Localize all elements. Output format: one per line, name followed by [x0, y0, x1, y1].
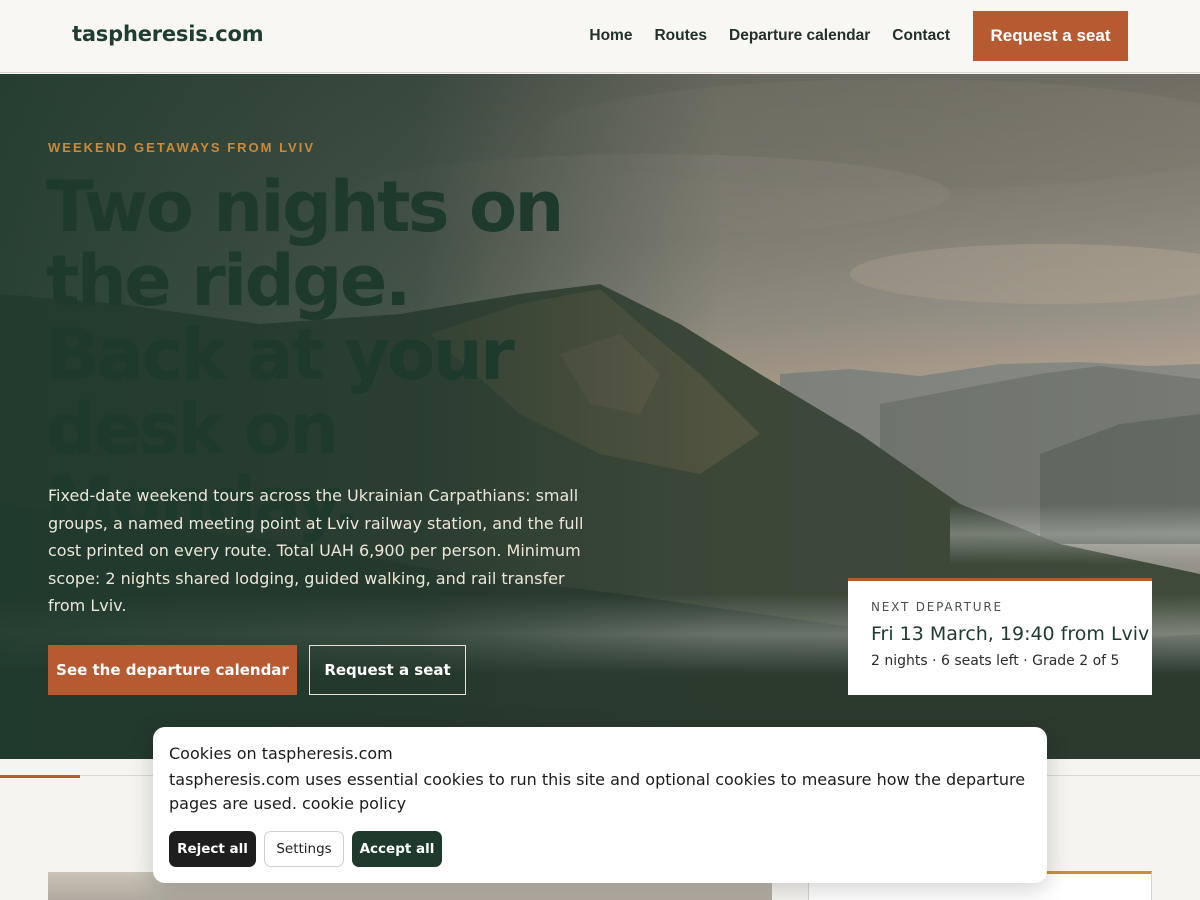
site-header: taspheresis.com Home Routes Departure ca… [0, 0, 1200, 73]
cookie-text: taspheresis.com uses essential cookies t… [169, 770, 1026, 813]
hero-request-seat-button[interactable]: Request a seat [309, 645, 466, 695]
cookie-title: Cookies on taspheresis.com [169, 744, 393, 763]
next-departure-card[interactable]: NEXT DEPARTURE Fri 13 March, 19:40 from … [848, 578, 1152, 695]
main-nav: Home Routes Departure calendar Contact [589, 27, 950, 45]
accept-all-button[interactable]: Accept all [352, 831, 442, 867]
cookie-settings-button[interactable]: Settings [264, 831, 344, 867]
cookie-actions: Reject all Settings Accept all [169, 831, 442, 867]
cookie-description: taspheresis.com uses essential cookies t… [169, 768, 1029, 816]
reject-all-button[interactable]: Reject all [169, 831, 256, 867]
cookie-policy-link[interactable]: cookie policy [302, 794, 406, 813]
next-departure-date: Fri 13 March, 19:40 from Lviv [871, 623, 1150, 645]
hero-section: WEEKEND GETAWAYS FROM LVIV Two nights on… [0, 74, 1200, 759]
hero-description: Fixed-date weekend tours across the Ukra… [48, 486, 584, 615]
next-departure-label: NEXT DEPARTURE [871, 600, 1003, 614]
see-departure-calendar-button[interactable]: See the departure calendar [48, 645, 297, 695]
nav-departure-calendar[interactable]: Departure calendar [729, 27, 870, 45]
section-accent-bar [0, 775, 80, 778]
brand-logo[interactable]: taspheresis.com [72, 22, 264, 46]
nav-routes[interactable]: Routes [654, 27, 707, 45]
next-departure-meta: 2 nights · 6 seats left · Grade 2 of 5 [871, 653, 1120, 669]
nav-contact[interactable]: Contact [892, 27, 950, 45]
request-seat-button[interactable]: Request a seat [973, 11, 1128, 61]
hero-eyebrow: WEEKEND GETAWAYS FROM LVIV [48, 140, 316, 155]
cookie-banner: Cookies on taspheresis.com taspheresis.c… [153, 727, 1047, 883]
nav-home[interactable]: Home [589, 27, 632, 45]
